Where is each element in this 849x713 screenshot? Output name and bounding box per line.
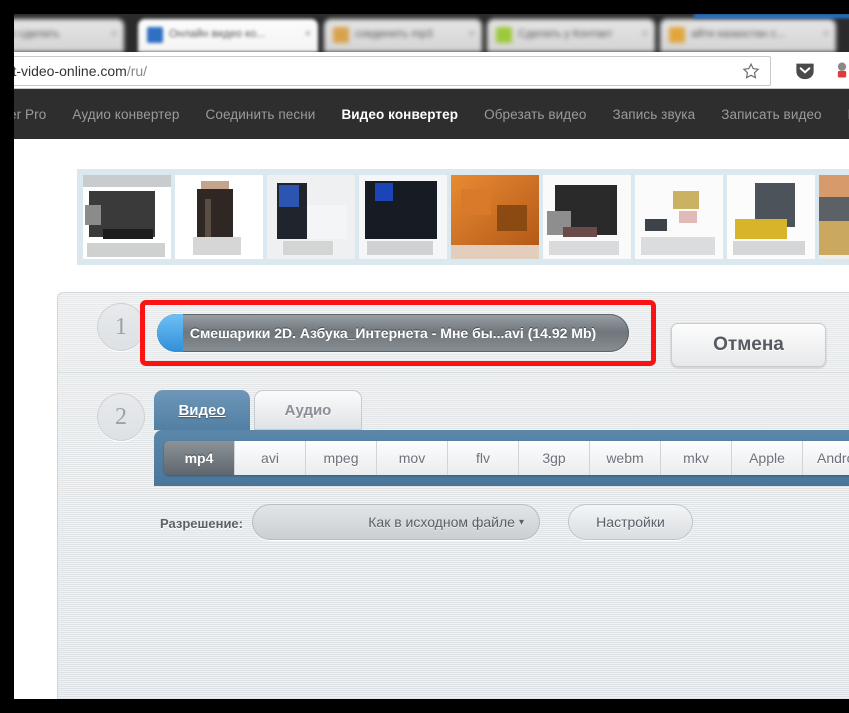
- tab-strip-highlight: [694, 14, 849, 18]
- tab-audio[interactable]: Аудио: [254, 390, 362, 430]
- nav-item-join-songs[interactable]: Соединить песни: [193, 107, 329, 122]
- site-navigation: er Pro Аудио конвертер Соединить песни В…: [14, 89, 849, 139]
- tab-title: айти казахстан с...: [691, 28, 786, 40]
- browser-toolbar: ert-video-online.com/ru/: [14, 52, 849, 89]
- tab-title: Сделать у Контакт: [518, 28, 613, 40]
- nav-item-trim-video[interactable]: Обрезать видео: [471, 107, 599, 122]
- browser-tab-active[interactable]: Онлайн видео ко... ×: [138, 19, 318, 52]
- tab-title: соединить mp3: [355, 28, 433, 40]
- format-button-flv[interactable]: flv: [448, 441, 519, 475]
- panel-divider: [57, 372, 849, 373]
- nav-item-record-sound[interactable]: Запись звука: [599, 107, 708, 122]
- resolution-dropdown[interactable]: Как в исходном файле ▾: [252, 504, 540, 540]
- format-button-group: mp4 avi mpeg mov flv 3gp webm mkv Apple …: [164, 441, 849, 475]
- resolution-dropdown-value: Как в исходном файле: [368, 514, 515, 530]
- format-button-webm[interactable]: webm: [590, 441, 661, 475]
- tab-audio-label: Аудио: [284, 401, 332, 419]
- tab-favicon: [496, 27, 512, 43]
- converter-panel: 1 Смешарики 2D. Азбука_Интернета - Мне б…: [57, 292, 849, 699]
- thumbnail-item[interactable]: [819, 175, 849, 259]
- format-button-apple[interactable]: Apple: [732, 441, 803, 475]
- pocket-icon[interactable]: [794, 61, 816, 80]
- format-button-android[interactable]: Android: [803, 441, 849, 475]
- thumbnail-item[interactable]: [635, 175, 723, 259]
- format-button-mpeg[interactable]: mpeg: [306, 441, 377, 475]
- settings-button-label: Настройки: [596, 514, 665, 530]
- address-bar-text: ert-video-online.com/ru/: [14, 63, 147, 79]
- thumbnail-item[interactable]: [83, 175, 171, 259]
- tab-favicon: [147, 27, 163, 43]
- format-button-avi[interactable]: avi: [235, 441, 306, 475]
- thumbnail-item[interactable]: [727, 175, 815, 259]
- tab-favicon: [669, 27, 685, 43]
- browser-window: видео сделать × Онлайн видео ко... × сое…: [14, 14, 849, 699]
- browser-tab[interactable]: видео сделать ×: [14, 19, 124, 52]
- tab-close-icon[interactable]: ×: [469, 28, 475, 40]
- tab-title: Онлайн видео ко...: [169, 28, 266, 40]
- browser-tab[interactable]: соединить mp3 ×: [324, 19, 482, 52]
- product-thumbnail-strip[interactable]: [77, 169, 849, 265]
- tab-close-icon[interactable]: ×: [823, 28, 829, 40]
- browser-tab-strip: видео сделать × Онлайн видео ко... × сое…: [14, 14, 849, 52]
- cancel-button[interactable]: Отмена: [671, 323, 826, 367]
- tab-close-icon[interactable]: ×: [642, 28, 648, 40]
- thumbnail-item[interactable]: [267, 175, 355, 259]
- nav-item-audio-converter[interactable]: Аудио конвертер: [59, 107, 192, 122]
- tab-video-label: Видео: [178, 401, 226, 419]
- step-number-2: 2: [97, 393, 145, 441]
- thumbnail-item[interactable]: [175, 175, 263, 259]
- format-button-mp4[interactable]: mp4: [164, 441, 235, 475]
- format-selector-bar: mp4 avi mpeg mov flv 3gp webm mkv Apple …: [154, 430, 849, 486]
- page-content: 1 Смешарики 2D. Азбука_Интернета - Мне б…: [14, 139, 849, 699]
- cancel-button-label: Отмена: [713, 334, 784, 355]
- tab-title: видео сделать: [14, 28, 60, 40]
- nav-item-record-video[interactable]: Записать видео: [708, 107, 834, 122]
- tab-close-icon[interactable]: ×: [111, 28, 117, 40]
- settings-button[interactable]: Настройки: [568, 504, 693, 540]
- star-icon[interactable]: [742, 62, 760, 80]
- nav-item-video-converter[interactable]: Видео конвертер: [328, 107, 471, 122]
- browser-tab[interactable]: айти казахстан с... ×: [660, 19, 836, 52]
- browser-tab[interactable]: Сделать у Контакт ×: [487, 19, 655, 52]
- selected-file-button[interactable]: Смешарики 2D. Азбука_Интернета - Мне бы.…: [157, 314, 629, 352]
- tab-video[interactable]: Видео: [154, 390, 250, 430]
- screenshot-frame: видео сделать × Онлайн видео ко... × сое…: [0, 0, 849, 713]
- nav-item-converter-pro[interactable]: er Pro: [14, 107, 59, 122]
- format-button-mkv[interactable]: mkv: [661, 441, 732, 475]
- step-number-1: 1: [97, 303, 145, 351]
- tab-favicon: [333, 27, 349, 43]
- format-button-3gp[interactable]: 3gp: [519, 441, 590, 475]
- thumbnail-item[interactable]: [543, 175, 631, 259]
- url-path: /ru/: [126, 63, 148, 79]
- url-host: ert-video-online.com: [14, 63, 127, 79]
- thumbnail-item[interactable]: [359, 175, 447, 259]
- selected-file-label: Смешарики 2D. Азбука_Интернета - Мне бы.…: [189, 325, 597, 341]
- tab-close-icon[interactable]: ×: [305, 28, 311, 40]
- thumbnail-item[interactable]: [451, 175, 539, 259]
- resolution-label: Разрешение:: [160, 516, 243, 531]
- chevron-down-icon: ▾: [518, 516, 524, 528]
- address-bar[interactable]: ert-video-online.com/ru/: [14, 56, 771, 86]
- extension-icon[interactable]: [832, 60, 849, 80]
- format-button-mov[interactable]: mov: [377, 441, 448, 475]
- nav-item-unarchiver[interactable]: Разархиватор: [835, 107, 849, 122]
